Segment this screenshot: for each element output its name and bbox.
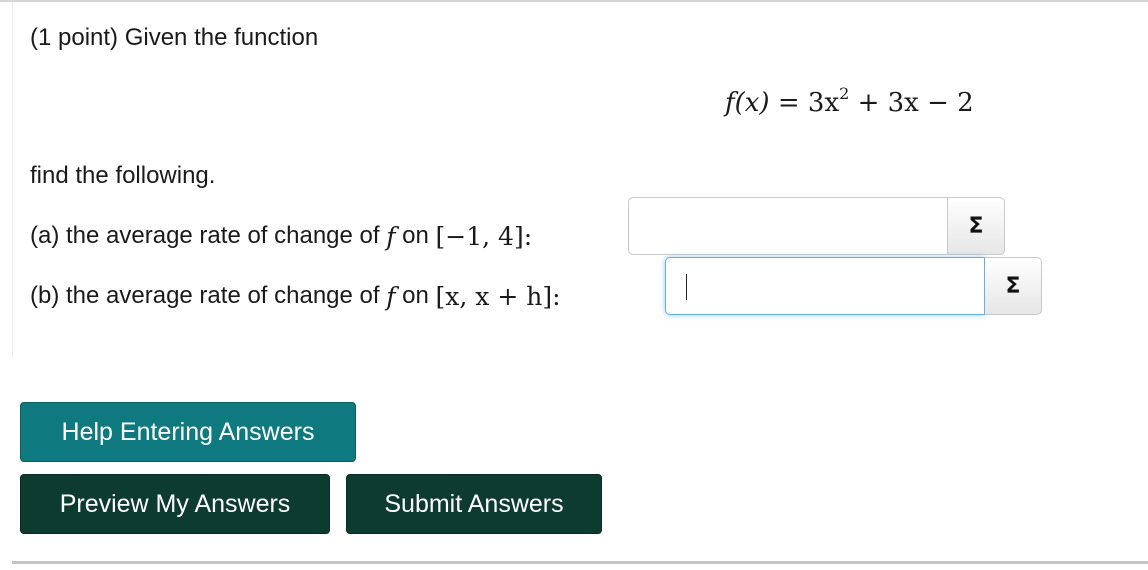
- help-entering-answers-button[interactable]: Help Entering Answers: [20, 402, 356, 462]
- equation-lhs: f(x): [725, 88, 770, 118]
- part-b-on: on: [402, 282, 429, 309]
- part-b-interval: [x, x + h]:: [435, 281, 561, 311]
- equation-equals: =: [777, 88, 800, 118]
- sigma-icon: Σ: [968, 213, 984, 239]
- part-b-question: (b) the average rate of change of f on […: [30, 278, 561, 314]
- part-a-interval: [−1, 4]:: [435, 221, 533, 251]
- submit-answers-button[interactable]: Submit Answers: [346, 474, 602, 534]
- part-a-func: f: [386, 221, 396, 251]
- bottom-divider: [12, 561, 1148, 564]
- part-a-question: (a) the average rate of change of f on […: [30, 218, 532, 254]
- sigma-icon: Σ: [1005, 273, 1021, 299]
- equation-term1: 3x: [807, 88, 840, 118]
- preview-answers-button[interactable]: Preview My Answers: [20, 474, 330, 534]
- problem-panel-edge: [12, 2, 13, 357]
- answer-a-input[interactable]: [628, 197, 948, 255]
- find-instruction: find the following.: [30, 162, 216, 189]
- equation-editor-b-button[interactable]: Σ: [985, 257, 1042, 315]
- equation-rest: + 3x − 2: [857, 88, 974, 118]
- part-a-on: on: [402, 222, 429, 249]
- equation-exponent: 2: [839, 84, 850, 103]
- problem-intro: (1 point) Given the function: [30, 24, 319, 51]
- answer-b-input[interactable]: [665, 257, 985, 315]
- function-equation: f(x) = 3x2 + 3x − 2: [725, 84, 974, 118]
- top-divider: [0, 0, 1148, 2]
- part-b-func: f: [386, 281, 396, 311]
- part-b-prefix: (b) the average rate of change of: [30, 282, 380, 309]
- text-caret: [686, 274, 687, 300]
- part-a-prefix: (a) the average rate of change of: [30, 222, 380, 249]
- equation-editor-a-button[interactable]: Σ: [948, 197, 1005, 255]
